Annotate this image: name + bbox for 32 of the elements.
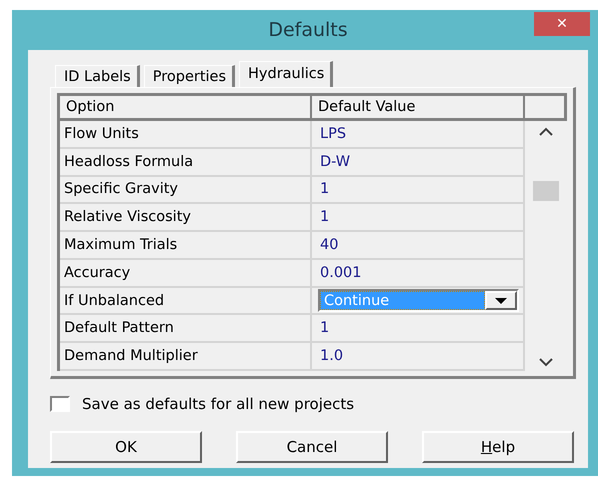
scroll-down-icon[interactable] [538, 358, 552, 367]
value-cell[interactable]: 0.001 [312, 260, 525, 286]
dialog-button[interactable]: OK [50, 431, 202, 463]
close-button[interactable]: ✕ [534, 12, 590, 36]
option-cell: Maximum Trials [60, 232, 312, 258]
scroll-up-icon[interactable] [538, 127, 552, 136]
tab[interactable]: Properties [144, 65, 236, 87]
value-cell[interactable]: 1 [312, 315, 525, 342]
dialog-button[interactable]: Help [422, 431, 574, 463]
checkbox-label: Save as defaults for all new projects [82, 395, 354, 413]
value-cell[interactable]: 40 [312, 232, 525, 258]
value-cell[interactable]: LPS [312, 121, 525, 147]
dialog-button[interactable]: Cancel [236, 431, 388, 463]
value-cell[interactable]: 1.0 [312, 343, 525, 370]
scrollbar-thumb[interactable] [532, 181, 558, 201]
value-cell[interactable]: D-W [312, 148, 525, 175]
value-cell[interactable]: 1 [312, 204, 525, 230]
window-title: Defaults [268, 19, 348, 41]
column-header: Option [60, 96, 312, 118]
option-cell: Demand Multiplier [60, 343, 312, 370]
option-cell: Relative Viscosity [60, 204, 312, 230]
option-cell: If Unbalanced [60, 288, 312, 314]
option-cell: Accuracy [60, 260, 312, 286]
checkbox[interactable] [50, 396, 70, 412]
option-cell: Specific Gravity [60, 176, 312, 202]
option-cell: Headloss Formula [60, 148, 312, 175]
tab[interactable]: ID Labels [55, 65, 140, 87]
column-header: Default Value [312, 96, 525, 118]
option-cell: Flow Units [60, 121, 312, 147]
tab[interactable]: Hydraulics [239, 61, 334, 87]
option-cell: Default Pattern [60, 315, 312, 342]
value-cell[interactable]: 1 [312, 176, 525, 202]
